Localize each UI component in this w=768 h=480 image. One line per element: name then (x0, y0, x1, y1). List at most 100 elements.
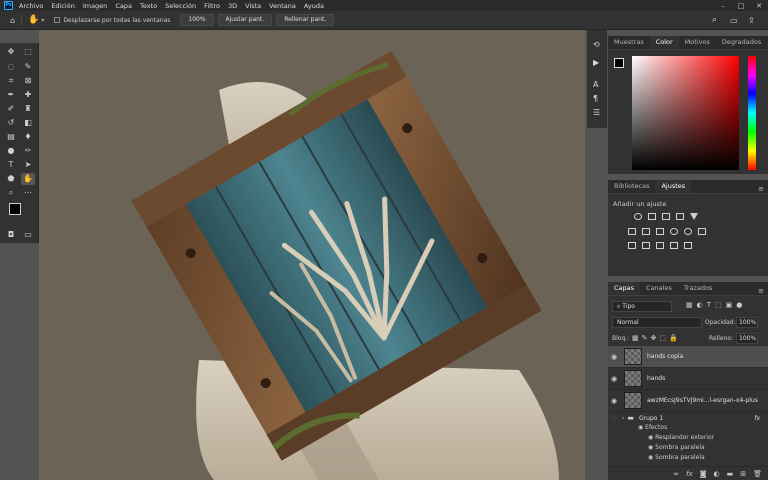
panel-menu-icon[interactable]: ≡ (758, 287, 764, 295)
tab-degradados[interactable]: Degradados (716, 36, 767, 49)
invert-icon[interactable] (628, 242, 636, 249)
link-icon[interactable]: ∞ (673, 470, 679, 478)
play-icon[interactable]: ▶ (593, 58, 599, 67)
tab-motivos[interactable]: Motivos (679, 36, 716, 49)
search-icon[interactable]: ⌕ (712, 15, 717, 25)
menu-vista[interactable]: Vista (245, 2, 261, 10)
menu-ayuda[interactable]: Ayuda (304, 2, 324, 10)
mask-icon[interactable]: ◙ (700, 470, 707, 478)
zoom-100-button[interactable]: 100% (180, 14, 214, 26)
fill-field[interactable]: 100% (736, 333, 758, 344)
tab-bibliotecas[interactable]: Bibliotecas (608, 180, 655, 193)
hue-sat-icon[interactable] (628, 228, 636, 235)
foreground-color-swatch[interactable] (9, 203, 21, 215)
quick-select-icon[interactable]: ✎ (21, 61, 35, 73)
workspace-icon[interactable]: ▭ (730, 16, 738, 25)
chevron-down-icon[interactable]: ▾ (41, 17, 44, 24)
menu-edicion[interactable]: Edición (51, 2, 75, 10)
fx-icon[interactable]: fx (754, 415, 760, 422)
character-icon[interactable]: A (593, 80, 598, 89)
curves-icon[interactable] (662, 213, 670, 220)
effect-outer-glow[interactable]: ◉ Resplandor exterior (648, 434, 714, 441)
screen-mode-icon[interactable]: ▭ (21, 229, 35, 241)
layer-row-hands-copia[interactable]: ◉ hands copia (608, 346, 768, 368)
fit-screen-button[interactable]: Ajustar pant. (217, 14, 273, 26)
dodge-tool-icon[interactable]: ● (4, 145, 18, 157)
tab-trazados[interactable]: Trazados (678, 282, 719, 295)
adjustment-layer-icon[interactable]: ◐ (714, 470, 720, 478)
marquee-tool-icon[interactable]: ⬚ (21, 46, 35, 58)
layer-row-hands[interactable]: ◉ hands (608, 368, 768, 390)
move-tool-icon[interactable]: ✥ (4, 46, 18, 58)
hand-tool-icon[interactable]: ✋ (28, 15, 39, 25)
tab-color[interactable]: Color (649, 36, 679, 49)
blend-mode-select[interactable]: Normal (612, 317, 702, 328)
menu-seleccion[interactable]: Selección (165, 2, 196, 10)
color-field[interactable] (632, 56, 739, 170)
shape-tool-icon[interactable]: ⬟ (4, 173, 18, 185)
blur-tool-icon[interactable]: ♦ (21, 131, 35, 143)
channel-mixer-icon[interactable] (684, 228, 692, 235)
brush-tool-icon[interactable]: ✐ (4, 103, 18, 115)
home-icon[interactable]: ⌂ (10, 16, 15, 25)
crop-tool-icon[interactable]: ⌗ (4, 75, 18, 87)
hue-slider[interactable] (748, 56, 756, 170)
menu-imagen[interactable]: Imagen (83, 2, 107, 10)
lasso-tool-icon[interactable]: ◌ (4, 61, 18, 73)
document-canvas[interactable] (39, 30, 585, 480)
visibility-eye-icon[interactable]: ◉ (608, 353, 620, 361)
eraser-icon[interactable]: ◧ (21, 117, 35, 129)
paragraph-icon[interactable]: ¶ (593, 94, 598, 103)
opacity-field[interactable]: 100% (736, 317, 758, 328)
new-group-icon[interactable]: ▬ (727, 470, 734, 478)
share-icon[interactable]: ⇪ (748, 16, 755, 25)
visibility-eye-icon[interactable]: ◌ (608, 414, 620, 422)
posterize-icon[interactable] (642, 242, 650, 249)
color-lookup-icon[interactable] (698, 228, 706, 235)
fill-screen-button[interactable]: Rellenar pant. (276, 14, 335, 26)
color-balance-icon[interactable] (642, 228, 650, 235)
history-icon[interactable]: ⟲ (593, 40, 600, 49)
path-select-icon[interactable]: ➤ (21, 159, 35, 171)
eyedropper-icon[interactable]: ✒ (4, 89, 18, 101)
hand-tool-active-icon[interactable]: ✋ (21, 173, 35, 185)
more-tools-icon[interactable]: ⋯ (21, 187, 35, 199)
menu-filtro[interactable]: Filtro (204, 2, 220, 10)
history-brush-icon[interactable]: ↺ (4, 117, 18, 129)
fx-add-icon[interactable]: fx (686, 470, 693, 478)
type-tool-icon[interactable]: T (4, 159, 18, 171)
new-layer-icon[interactable]: ⊞ (740, 470, 746, 478)
minimize-icon[interactable]: – (714, 0, 732, 11)
stamp-tool-icon[interactable]: ♜ (21, 103, 35, 115)
zoom-tool-icon[interactable]: ⌕ (4, 187, 18, 199)
layer-row-group[interactable]: ◌ › ▬ Grupo 1 fx (608, 412, 768, 424)
black-white-icon[interactable] (656, 228, 664, 235)
menu-3d[interactable]: 3D (228, 2, 237, 10)
tab-ajustes[interactable]: Ajustes (655, 180, 692, 193)
kind-filter-select[interactable]: ⌕ Tipo (612, 301, 672, 312)
tab-muestras[interactable]: Muestras (608, 36, 650, 49)
exposure-icon[interactable] (676, 213, 684, 220)
vibrance-icon[interactable] (690, 213, 698, 220)
trash-icon[interactable]: 🗑 (753, 470, 762, 478)
layer-row-base-image[interactable]: ◉ awzMEcsJ9sTVJ9mi...l-esrgan-x4-plus (608, 390, 768, 412)
color-fg-swatch[interactable] (614, 58, 624, 68)
lock-icons[interactable]: ▦✎✥⬚🔒 (632, 334, 681, 342)
visibility-eye-icon[interactable]: ◉ (608, 375, 620, 383)
frame-tool-icon[interactable]: ⊠ (21, 75, 35, 87)
menu-capa[interactable]: Capa (115, 2, 132, 10)
properties-icon[interactable]: ☰ (593, 108, 600, 117)
scroll-all-checkbox[interactable] (54, 17, 61, 23)
threshold-icon[interactable] (656, 242, 664, 249)
healing-brush-icon[interactable]: ✚ (21, 89, 35, 101)
gradient-map-icon[interactable] (684, 242, 692, 249)
photo-filter-icon[interactable] (670, 228, 678, 235)
tab-capas[interactable]: Capas (608, 282, 641, 295)
brightness-icon[interactable] (634, 213, 642, 220)
maximize-icon[interactable]: □ (732, 0, 750, 11)
menu-texto[interactable]: Texto (140, 2, 157, 10)
tab-canales[interactable]: Canales (640, 282, 678, 295)
pen-tool-icon[interactable]: ✑ (21, 145, 35, 157)
menu-archivo[interactable]: Archivo (19, 2, 43, 10)
chevron-right-icon[interactable]: › (622, 415, 624, 422)
